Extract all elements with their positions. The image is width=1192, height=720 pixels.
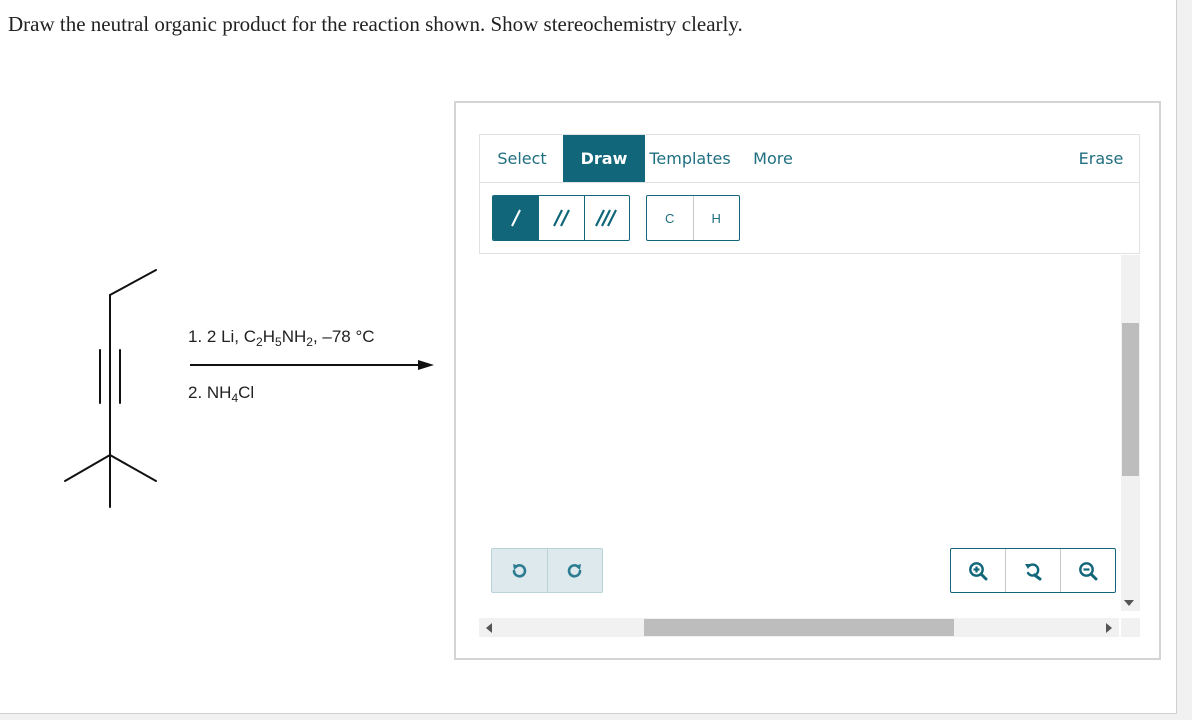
zoom-reset-icon	[1025, 562, 1042, 580]
reaction-arrow	[190, 360, 434, 370]
scroll-corner	[1121, 618, 1140, 637]
single-bond-icon	[510, 209, 521, 227]
tab-more[interactable]: More	[748, 135, 798, 182]
question-text: Draw the neutral organic product for the…	[8, 12, 743, 36]
zoom-out-button[interactable]	[1060, 549, 1115, 592]
reaction-condition-step2: 2. NH4Cl	[188, 383, 255, 405]
scroll-right-arrow-icon[interactable]	[1106, 623, 1112, 633]
canvas-vertical-scroll-thumb[interactable]	[1122, 323, 1139, 476]
editor-toolbar: Select Draw Templates More Erase C H	[479, 134, 1140, 254]
tbutyl-bond-right	[109, 454, 157, 482]
tbutyl-bond-left	[64, 454, 111, 482]
history-tool-group	[491, 548, 603, 593]
scroll-left-arrow-icon[interactable]	[486, 623, 492, 633]
canvas-horizontal-scroll-thumb[interactable]	[644, 619, 954, 636]
triple-bond-button[interactable]	[583, 196, 629, 240]
scroll-down-arrow-icon[interactable]	[1124, 600, 1134, 606]
zoom-reset-button[interactable]	[1005, 549, 1060, 592]
triple-bond-icon	[594, 209, 617, 227]
double-bond-icon	[552, 209, 570, 227]
redo-button[interactable]	[546, 549, 603, 592]
double-bond-button[interactable]	[538, 196, 583, 240]
tab-draw[interactable]: Draw	[563, 135, 645, 182]
hydrogen-atom-button[interactable]: H	[692, 196, 740, 240]
editor-tabs: Select Draw Templates More Erase	[480, 135, 1139, 183]
starting-material-structure	[64, 269, 157, 508]
zoom-in-icon	[969, 561, 988, 580]
zoom-in-button[interactable]	[951, 549, 1005, 592]
undo-button[interactable]	[492, 549, 547, 592]
carbon-atom-button[interactable]: C	[647, 196, 693, 240]
zoom-out-icon	[1079, 561, 1098, 580]
tab-templates[interactable]: Templates	[646, 135, 734, 182]
zoom-tool-group	[950, 548, 1116, 593]
page-scrollbar-gutter	[1177, 0, 1192, 720]
single-bond-button[interactable]	[493, 196, 539, 240]
page-bottom-gutter	[0, 714, 1192, 720]
atom-tool-group: C H	[646, 195, 740, 241]
redo-icon	[567, 563, 582, 578]
reaction-condition-step1: 1. 2 Li, C2H5NH2, –78 °C	[188, 327, 375, 349]
bond-tool-group	[492, 195, 630, 241]
tab-select[interactable]: Select	[488, 135, 556, 182]
ethyl-bond-terminal	[109, 269, 157, 296]
undo-icon	[512, 563, 527, 578]
tab-erase[interactable]: Erase	[1071, 135, 1131, 182]
